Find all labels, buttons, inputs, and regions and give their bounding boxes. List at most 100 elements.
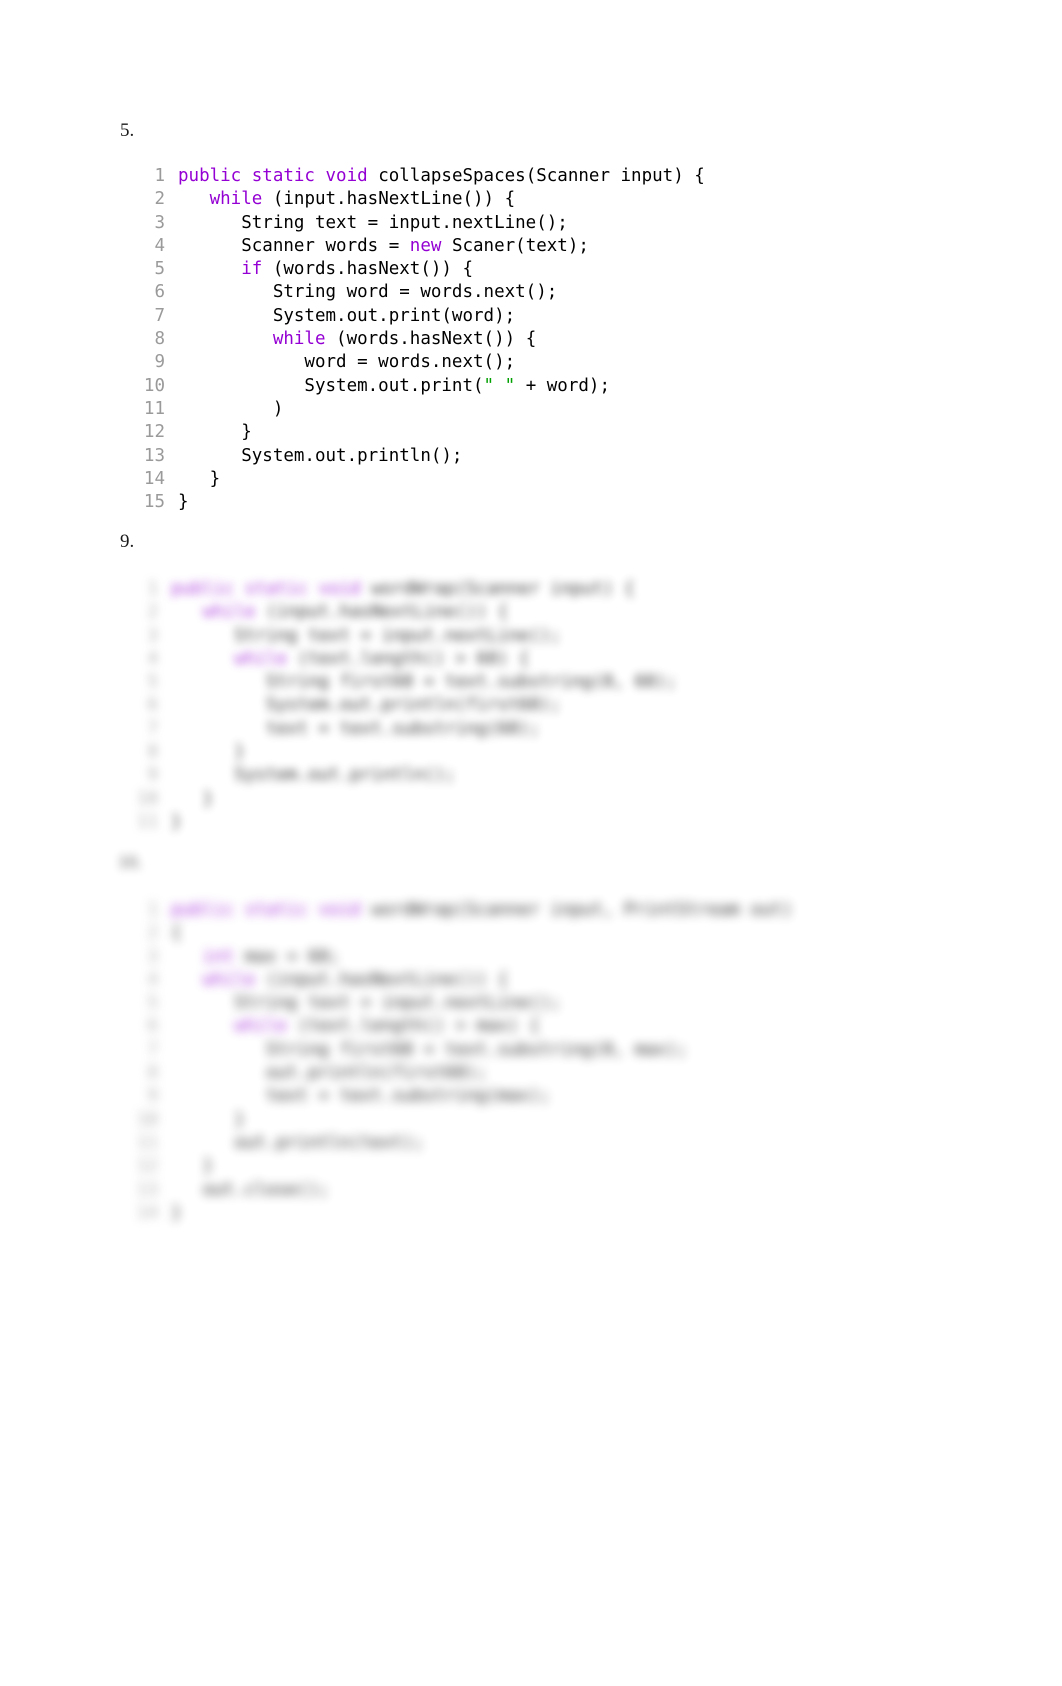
code-line-text: public static void wordWrap(Scanner inpu… [171,578,635,601]
code-line: 13 out.close(); [118,1179,793,1202]
code-token-plain: (text.length() > max) { [286,1016,540,1037]
code-line-text: while (words.hasNext()) { [178,328,536,351]
line-number: 10 [136,788,158,809]
code-line-text: out.println(first60); [171,1062,487,1085]
code-line-text: public static void collapseSpaces(Scanne… [178,165,705,188]
code-line-text: } [171,1109,245,1132]
code-line-text: } [171,788,214,811]
line-number: 1 [147,900,158,920]
code-line-text: int max = 60; [171,946,340,969]
code-line-text: Scanner words = new Scaner(text); [178,235,589,258]
document-page: 5. 1 public static void collapseSpaces(Sc… [0,0,1062,1686]
code-line: 1 public static void wordWrap(Scanner inp… [118,899,793,922]
line-number: 8 [147,742,158,763]
code-line-text: out.println(text); [171,1132,424,1155]
line-number: 8 [147,1063,158,1084]
code-line: 6 while (text.length() > max) { [118,1015,793,1038]
code-line: 5 if (words.hasNext()) { [125,258,705,281]
code-line: 15} [125,491,705,514]
line-number: 9 [147,1086,158,1107]
code-token-plain: (input.hasNextLine()) { [255,969,509,990]
code-line-text: } [178,468,221,491]
code-token-kw: while [202,602,256,623]
line-number: 15 [143,492,165,513]
code-token-plain: word = words.next(); [178,352,516,373]
code-token-plain: String text = input.nextLine(); [178,212,568,233]
line-number: 7 [147,1039,158,1060]
code-line: 14 } [125,468,705,491]
code-line: 8 while (words.hasNext()) { [125,328,705,351]
code-token-plain: String word = words.next(); [178,282,558,303]
line-number: 13 [143,445,165,466]
code-token-plain: String first60 = text.substring(0, 60); [171,672,677,693]
code-line: 9 text = text.substring(max); [118,1085,793,1108]
code-line-text: public static void wordWrap(Scanner inpu… [171,899,793,922]
code-listing-3-blurred: 1 public static void wordWrap(Scanner inp… [118,899,793,1225]
line-number: 11 [136,1132,158,1153]
code-line-text: while (text.length() > max) { [171,1015,540,1038]
code-line: 10 System.out.print(" " + word); [125,375,705,398]
code-line: 11 out.println(text); [118,1132,793,1155]
code-token-plain: } [178,492,189,513]
code-listing-2-blurred: 1 public static void wordWrap(Scanner inp… [118,578,677,834]
code-line: 10 } [118,1109,793,1132]
code-line: 3 int max = 60; [118,946,793,969]
code-line: 9 word = words.next(); [125,351,705,374]
code-line: 7 text = text.substring(60); [118,718,677,741]
line-number: 7 [154,305,165,326]
line-number: 2 [147,923,158,944]
line-number: 4 [147,648,158,669]
line-number: 6 [154,282,165,303]
code-token-plain: } [171,788,214,809]
line-number: 14 [143,468,165,489]
code-token-plain: } [171,811,182,832]
code-line-text: while (input.hasNextLine()) { [178,188,516,211]
code-line-text: text = text.substring(60); [171,718,540,741]
code-line-text: } [171,811,182,834]
code-line-text: String first60 = text.substring(0, max); [171,1039,687,1062]
code-line: 5 String first60 = text.substring(0, 60)… [118,671,677,694]
code-token-plain: } [178,422,252,443]
code-token-plain: Scaner(text); [441,235,589,256]
code-token-kw: if [241,259,263,280]
code-line-text: System.out.print(word); [178,305,515,328]
code-line-text: text = text.substring(max); [171,1085,550,1108]
code-token-plain: System.out.print(word); [178,305,516,326]
code-token-plain: wordWrap(Scanner input, PrintStream out) [360,900,793,920]
line-number: 5 [147,672,158,693]
code-line: 7 String first60 = text.substring(0, max… [118,1039,793,1062]
code-line-text: } [178,421,252,444]
question-label-9: 9. [120,531,135,552]
line-number: 4 [154,235,165,256]
code-line-text: String text = input.nextLine(); [171,625,561,648]
code-token-plain: (words.hasNext()) { [262,259,474,280]
line-number: 8 [154,329,165,350]
code-token-plain: out.close(); [171,1179,330,1200]
line-number: 1 [154,166,165,186]
code-line-text: ) [178,398,284,421]
code-line-text: } [178,491,189,514]
line-number: 10 [143,375,165,396]
code-line-text: while (input.hasNextLine()) { [171,601,509,624]
code-token-kw: while [234,648,287,669]
code-token-plain: System.out.println(); [178,445,463,466]
line-number: 6 [147,695,158,716]
question-label-10: 10. [118,852,142,873]
code-token-plain: System.out.print( [178,375,484,396]
code-token-kw: public static void [171,900,361,920]
code-token-plain: (input.hasNextLine()) { [255,602,509,623]
code-line: 13 System.out.println(); [125,445,705,468]
code-token-plain: String text = input.nextLine(); [171,993,561,1014]
code-line-text: } [171,1155,214,1178]
code-token-plain: } [171,1156,214,1177]
code-line-text: out.close(); [171,1179,329,1202]
code-token-kw: while [202,969,256,990]
code-token-plain: } [178,468,221,489]
code-line-text: } [171,741,245,764]
